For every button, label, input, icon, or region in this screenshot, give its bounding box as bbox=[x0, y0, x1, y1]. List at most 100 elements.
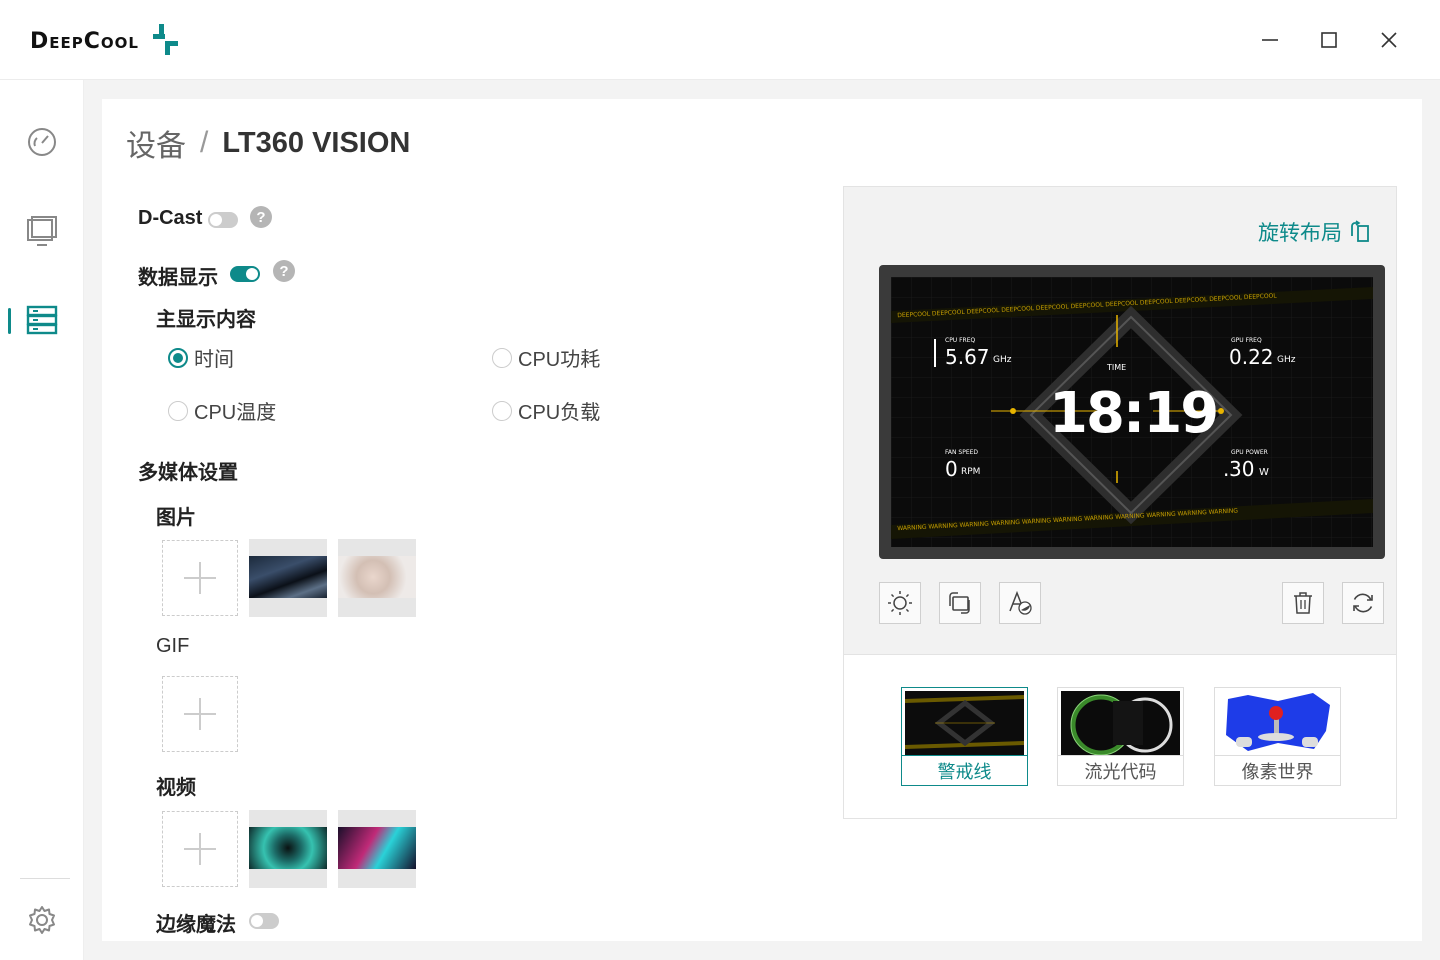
plus-icon bbox=[184, 833, 216, 865]
gif-label: GIF bbox=[156, 635, 190, 657]
lcd-gpu-freq-unit: GHz bbox=[1277, 355, 1296, 365]
font-color-button[interactable] bbox=[999, 582, 1041, 624]
radio-cpu-power-label: CPU功耗 bbox=[518, 349, 601, 371]
add-gif-button[interactable] bbox=[162, 676, 238, 752]
brightness-button[interactable] bbox=[879, 582, 921, 624]
minimize-icon bbox=[1262, 39, 1278, 41]
lcd-gpu-freq-label: GPU FREQ bbox=[1231, 337, 1262, 344]
video-label: 视频 bbox=[156, 777, 196, 799]
lcd-gpu-power-unit: W bbox=[1259, 467, 1269, 478]
radio-cpu-temp-label: CPU温度 bbox=[194, 402, 277, 424]
rotate-screen-icon bbox=[949, 592, 970, 614]
radio-dot bbox=[492, 347, 512, 368]
theme-flowing-code-preview bbox=[1061, 691, 1180, 755]
theme-pixel-art bbox=[1218, 691, 1337, 755]
theme-pixel-world-label: 像素世界 bbox=[1215, 755, 1340, 785]
sidebar-item-dashboard[interactable] bbox=[20, 120, 64, 164]
radio-cpu-temp[interactable]: CPU温度 bbox=[168, 396, 276, 425]
rotate-layout-button[interactable]: 旋转布局 bbox=[1258, 217, 1372, 247]
dcast-help-icon[interactable]: ? bbox=[250, 206, 272, 228]
image-thumbnail[interactable] bbox=[338, 539, 416, 617]
edge-magic-toggle[interactable] bbox=[249, 913, 279, 929]
maximize-button[interactable] bbox=[1311, 22, 1347, 58]
video-thumbnail[interactable] bbox=[338, 810, 416, 888]
theme-pixel-world-preview bbox=[1218, 691, 1337, 755]
lcd-fan-unit: RPM bbox=[961, 467, 981, 477]
lcd-frame: DEEPCOOL DEEPCOOL DEEPCOOL DEEPCOOL DEEP… bbox=[879, 265, 1385, 559]
close-button[interactable] bbox=[1371, 22, 1407, 58]
preview-card: 旋转布局 DEEPCOOL DEEPCOOL DEEPCOOL DEEPCOOL… bbox=[843, 186, 1397, 819]
dcast-label: D-Cast bbox=[138, 207, 203, 229]
settings-button[interactable] bbox=[20, 898, 64, 942]
font-color-icon bbox=[1009, 590, 1032, 615]
data-display-help-icon[interactable]: ? bbox=[273, 260, 295, 282]
theme-warning-art bbox=[905, 691, 1024, 755]
radio-cpu-load-label: CPU负载 bbox=[518, 402, 601, 424]
trash-icon bbox=[1294, 592, 1312, 614]
radio-time-label: 时间 bbox=[194, 349, 234, 371]
theme-flowing-code-label: 流光代码 bbox=[1058, 755, 1183, 785]
add-video-button[interactable] bbox=[162, 811, 238, 887]
sidebar-divider bbox=[20, 878, 70, 879]
dcast-toggle[interactable] bbox=[208, 212, 238, 228]
speedometer-icon bbox=[28, 128, 56, 156]
breadcrumb-separator: / bbox=[200, 126, 209, 159]
lcd-time-value: 18:19 bbox=[1049, 381, 1219, 446]
theme-flowing-code[interactable]: 流光代码 bbox=[1057, 687, 1184, 786]
rotate-layout-label: 旋转布局 bbox=[1258, 222, 1342, 245]
sidebar-item-devices[interactable] bbox=[20, 298, 64, 342]
lcd-gpu-power-label: GPU POWER bbox=[1231, 449, 1268, 456]
sidebar bbox=[0, 80, 84, 960]
radio-dot bbox=[492, 400, 512, 421]
plus-icon bbox=[184, 698, 216, 730]
active-indicator bbox=[8, 308, 11, 334]
radio-cpu-power[interactable]: CPU功耗 bbox=[492, 343, 600, 372]
image-city-night bbox=[249, 556, 327, 598]
page-title: LT360 VISION bbox=[222, 126, 411, 159]
add-image-button[interactable] bbox=[162, 540, 238, 616]
theme-warning-line[interactable]: 警戒线 bbox=[901, 687, 1028, 786]
image-figure-light bbox=[338, 556, 416, 598]
video-tunnel-teal bbox=[249, 827, 327, 869]
radio-dot bbox=[168, 400, 188, 421]
gear-icon bbox=[29, 906, 55, 934]
data-display-toggle[interactable] bbox=[230, 266, 260, 282]
lcd-time-label: TIME bbox=[1107, 363, 1127, 372]
refresh-button[interactable] bbox=[1342, 582, 1384, 624]
theme-code-art bbox=[1061, 691, 1180, 755]
lcd-cpu-freq-value: 5.67 bbox=[945, 345, 990, 369]
main-panel: 设备 / LT360 VISION D-Cast ? 数据显示 ? 主显示内容 … bbox=[102, 99, 1422, 941]
app-logo: DeepCool bbox=[30, 24, 181, 58]
image-thumbnail[interactable] bbox=[249, 539, 327, 617]
preview-area: 旋转布局 DEEPCOOL DEEPCOOL DEEPCOOL DEEPCOOL… bbox=[844, 187, 1396, 655]
main-content-label: 主显示内容 bbox=[156, 309, 256, 331]
media-settings-label: 多媒体设置 bbox=[138, 462, 238, 484]
radio-time[interactable]: 时间 bbox=[168, 343, 234, 372]
minimize-button[interactable] bbox=[1252, 22, 1288, 58]
theme-pixel-world[interactable]: 像素世界 bbox=[1214, 687, 1341, 786]
edge-magic-label: 边缘魔法 bbox=[156, 914, 236, 936]
radio-cpu-load[interactable]: CPU负载 bbox=[492, 396, 600, 425]
plus-icon bbox=[184, 562, 216, 594]
lcd-screen: DEEPCOOL DEEPCOOL DEEPCOOL DEEPCOOL DEEP… bbox=[891, 277, 1373, 547]
video-thumbnail[interactable] bbox=[249, 810, 327, 888]
refresh-icon bbox=[1353, 593, 1373, 613]
lcd-gpu-freq-value: 0.22 bbox=[1229, 345, 1274, 369]
video-neon-rider bbox=[338, 827, 416, 869]
lcd-gpu-power-value: 30 bbox=[1229, 457, 1255, 481]
sidebar-item-monitor[interactable] bbox=[20, 210, 64, 254]
title-bar: DeepCool bbox=[0, 0, 1440, 80]
maximize-icon bbox=[1321, 32, 1337, 48]
breadcrumb: 设备 / LT360 VISION bbox=[126, 121, 410, 165]
lcd-cpu-freq-label: CPU FREQ bbox=[945, 337, 976, 344]
lcd-fan-value: 0 bbox=[945, 457, 958, 481]
brightness-icon bbox=[888, 591, 912, 615]
rotate-icon bbox=[1351, 220, 1369, 242]
data-display-label: 数据显示 bbox=[138, 267, 218, 289]
delete-button[interactable] bbox=[1282, 582, 1324, 624]
rotate-screen-button[interactable] bbox=[939, 582, 981, 624]
device-list-icon bbox=[26, 305, 58, 335]
close-icon bbox=[1381, 32, 1397, 48]
lcd-fan-label: FAN SPEED bbox=[945, 449, 979, 456]
breadcrumb-parent[interactable]: 设备 bbox=[126, 121, 186, 165]
